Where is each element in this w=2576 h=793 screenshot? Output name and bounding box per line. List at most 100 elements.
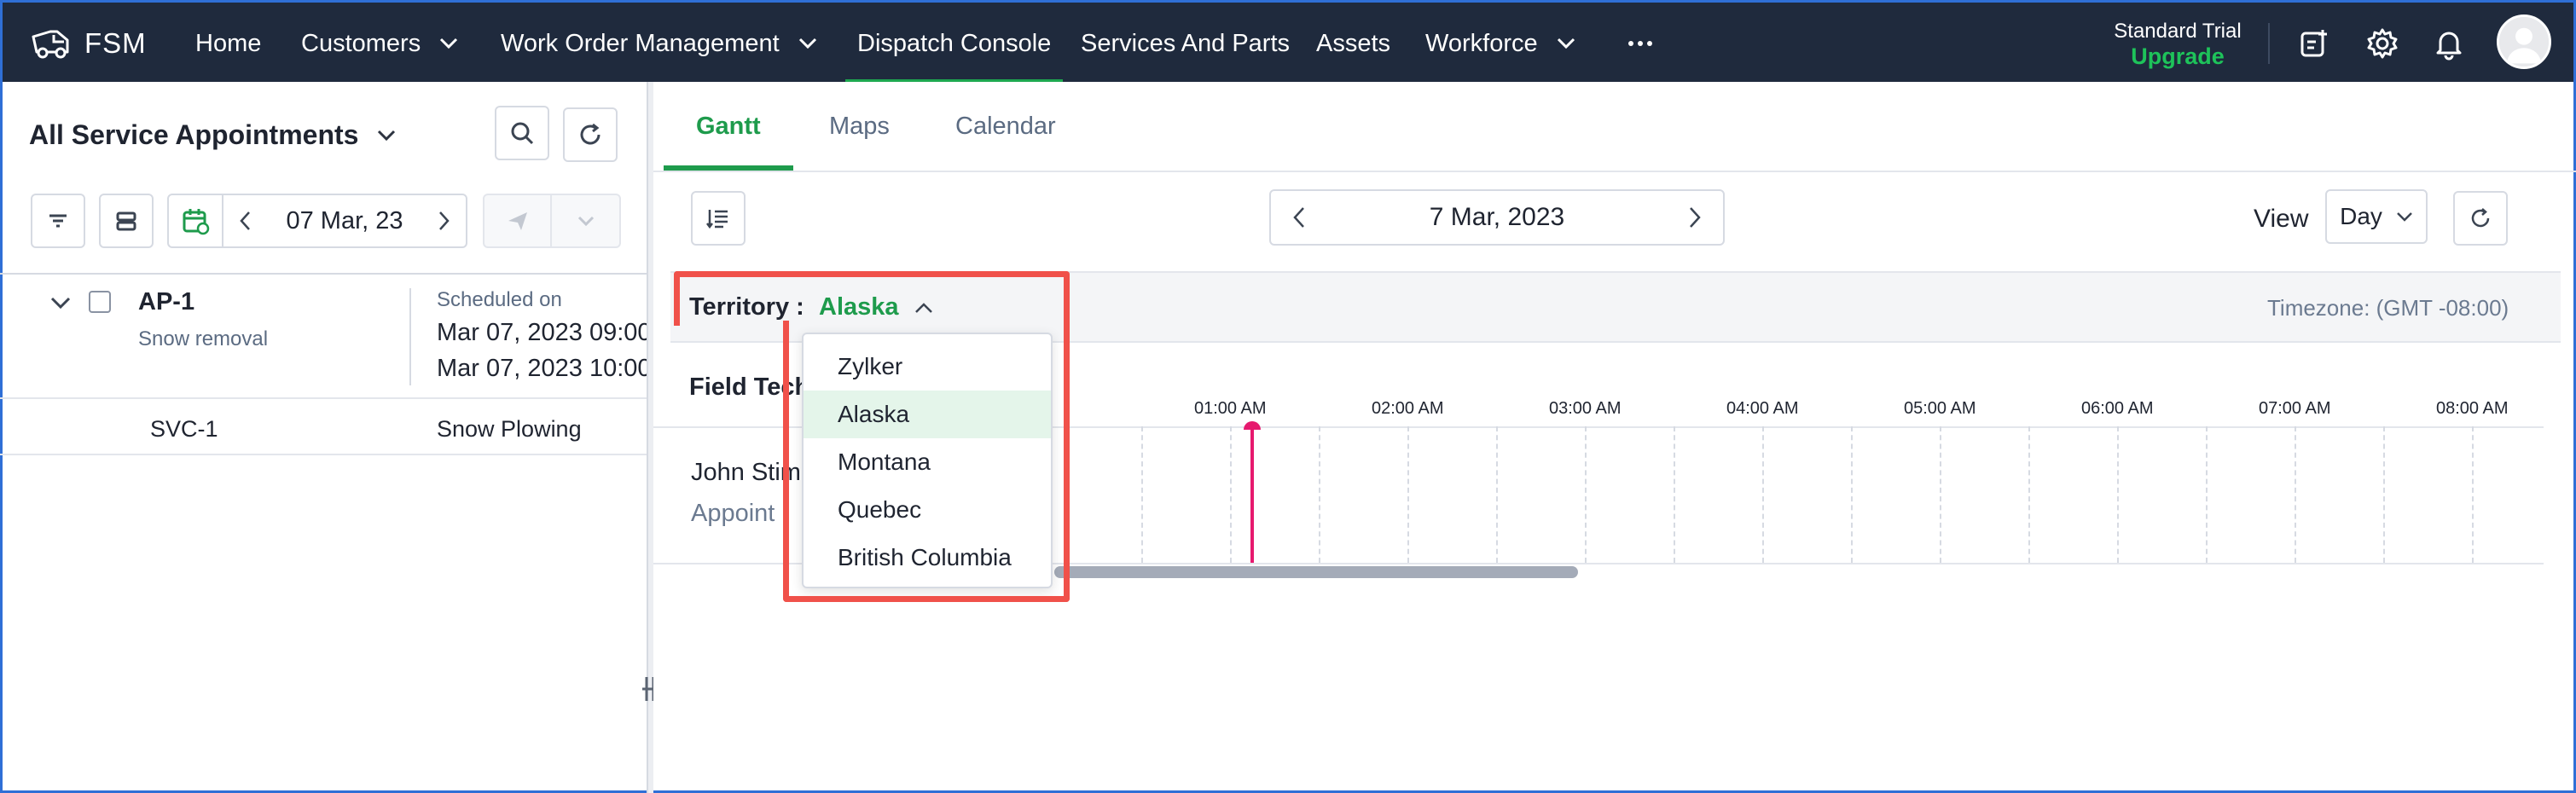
next-day-button[interactable] [1667, 206, 1723, 229]
truck-logo-icon [32, 30, 69, 59]
send-icon [508, 212, 527, 230]
nav-divider [2268, 23, 2270, 64]
divider [409, 288, 411, 385]
service-id[interactable]: SVC-1 [150, 416, 218, 443]
gear-icon[interactable] [2364, 25, 2401, 62]
nav-workforce[interactable]: Workforce [1425, 3, 1575, 84]
nav-work-order-management[interactable]: Work Order Management [501, 3, 817, 84]
nav-work-order-label: Work Order Management [501, 29, 780, 57]
nav-assets[interactable]: Assets [1316, 3, 1390, 84]
tab-maps[interactable]: Maps [829, 82, 890, 171]
list-sort-icon [706, 210, 728, 229]
view-select-value: Day [2340, 203, 2382, 229]
top-navigation-bar: FSM Home Customers Work Order Management… [0, 0, 2576, 84]
hour-label: 08:00 AM [2436, 399, 2509, 418]
refresh-icon [580, 123, 600, 145]
divider [0, 454, 647, 455]
hour-label: 07:00 AM [2259, 399, 2331, 418]
nav-dispatch-console[interactable]: Dispatch Console [844, 3, 1064, 84]
gantt-date[interactable]: 7 Mar, 2023 [1327, 203, 1667, 232]
appointment-subtitle: Snow removal [138, 327, 269, 350]
group-view-button[interactable] [99, 194, 154, 248]
gantt-grid-line [1851, 426, 1853, 563]
nav-dispatch-label: Dispatch Console [857, 29, 1052, 57]
nav-customers[interactable]: Customers [301, 3, 458, 84]
dispatch-split-button [483, 194, 621, 248]
scheduled-end: Mar 07, 2023 10:00 [437, 355, 652, 382]
chevron-left-icon [1293, 207, 1304, 228]
previous-day-button[interactable] [1271, 206, 1327, 229]
appointment-id[interactable]: AP-1 [138, 288, 194, 316]
ellipsis-icon[interactable] [1623, 28, 1657, 59]
highlight-annotation [674, 271, 1070, 326]
chevron-down-icon [577, 216, 594, 227]
divider [0, 397, 647, 399]
chevron-down-icon[interactable] [49, 295, 72, 310]
gantt-grid-line [1674, 426, 1675, 563]
tab-gantt[interactable]: Gantt [664, 82, 793, 171]
scheduled-label: Scheduled on [437, 288, 562, 311]
view-select[interactable]: Day [2325, 189, 2428, 244]
bell-icon[interactable] [2430, 25, 2468, 62]
gantt-grid-line [1230, 426, 1232, 563]
view-label: View [2254, 205, 2309, 233]
app-logo[interactable]: FSM [28, 23, 147, 64]
chevron-right-icon [439, 211, 450, 230]
chevron-down-icon [2397, 211, 2412, 222]
technician-appointments: Appoint [691, 500, 775, 527]
gantt-grid-line [2117, 426, 2119, 563]
scheduled-start: Mar 07, 2023 09:00 [437, 319, 652, 346]
sort-list-button[interactable] [691, 191, 746, 246]
gantt-grid-line [2295, 426, 2296, 563]
dispatch-button[interactable] [484, 195, 552, 246]
nav-home-label: Home [195, 29, 262, 57]
gantt-grid-line [2206, 426, 2208, 563]
trial-badge[interactable]: Standard Trial Upgrade [2109, 20, 2246, 69]
nav-home[interactable]: Home [195, 3, 261, 84]
nav-services-and-parts[interactable]: Services And Parts [1081, 3, 1290, 84]
nav-services-label: Services And Parts [1081, 29, 1290, 57]
gantt-grid-line [1762, 426, 1764, 563]
search-icon [511, 122, 534, 145]
appointments-view-selector[interactable]: All Service Appointments [29, 119, 396, 151]
refresh-button[interactable] [563, 107, 618, 162]
gantt-grid-line [2028, 426, 2030, 563]
timezone-label: Timezone: (GMT -08:00) [2267, 295, 2509, 321]
trial-label: Standard Trial [2114, 20, 2242, 43]
nav-customers-label: Customers [301, 29, 421, 57]
search-button[interactable] [495, 106, 549, 160]
dispatch-options-button[interactable] [552, 195, 619, 246]
tab-calendar[interactable]: Calendar [955, 82, 1056, 171]
hour-label: 01:00 AM [1194, 399, 1267, 418]
dispatch-console-main: Gantt Maps Calendar 7 Mar, 2023 View Day… [653, 82, 2576, 793]
gantt-grid-line [1319, 426, 1320, 563]
gantt-grid-line [1585, 426, 1587, 563]
gantt-grid-line [1496, 426, 1498, 563]
upgrade-link[interactable]: Upgrade [2109, 43, 2246, 69]
gantt-date-navigator: 7 Mar, 2023 [1269, 189, 1725, 246]
gantt-grid-line [1141, 426, 1143, 563]
date-picker: 07 Mar, 23 [167, 194, 467, 248]
gantt-grid-line [1407, 426, 1409, 563]
hour-label: 06:00 AM [2081, 399, 2154, 418]
rows-icon [116, 211, 136, 231]
gantt-grid-line [2472, 426, 2474, 563]
service-name: Snow Plowing [437, 416, 582, 442]
avatar[interactable] [2497, 14, 2551, 69]
divider [0, 273, 647, 275]
next-date-button[interactable] [423, 211, 466, 231]
gantt-refresh-button[interactable] [2453, 191, 2508, 246]
horizontal-scrollbar[interactable] [1054, 566, 1578, 578]
tab-gantt-label: Gantt [696, 112, 761, 140]
gantt-grid-line [1940, 426, 1941, 563]
selected-date: 07 Mar, 23 [286, 206, 403, 234]
previous-date-button[interactable] [223, 211, 266, 231]
appointment-checkbox[interactable] [89, 291, 111, 313]
tab-calendar-label: Calendar [955, 112, 1056, 140]
filter-button[interactable] [31, 194, 85, 248]
divider [653, 171, 2576, 172]
app-name: FSM [84, 27, 147, 59]
add-note-icon[interactable] [2295, 25, 2333, 62]
hour-label: 03:00 AM [1549, 399, 1622, 418]
calendar-button[interactable] [169, 195, 223, 246]
